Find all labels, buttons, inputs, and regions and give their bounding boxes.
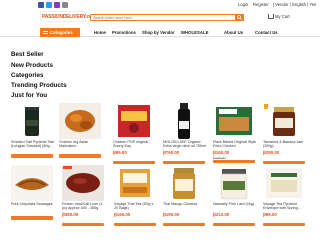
login-link[interactable]: Login [238, 2, 248, 7]
product-image[interactable] [62, 165, 104, 201]
product-price: Ꞵ290.00 [263, 150, 280, 155]
product-image[interactable] [213, 103, 255, 139]
product-image[interactable] [114, 165, 156, 201]
add-to-cart-button[interactable] [213, 160, 255, 163]
product-price: Ꞵ190.00 [163, 212, 180, 217]
product-name[interactable]: Voyage Thai Tea (6'5g x 20 Bags) [114, 202, 158, 211]
nav-shop-by-vendor[interactable]: Shop by Vendor [142, 30, 175, 35]
add-to-cart-button[interactable] [213, 223, 255, 226]
add-to-cart-button[interactable] [163, 161, 205, 164]
cart-button[interactable]: My Cart [268, 14, 290, 20]
main-nav: Categories Home Promotions Shop by Vendo… [0, 27, 320, 37]
promo-badge [63, 166, 72, 169]
product-price: Ꞵ165.00 [114, 212, 131, 217]
product-name[interactable]: Pork Chipolata Sausages [11, 202, 55, 211]
product-name[interactable]: MOLON LAVE Organic Extra virgin olive oi… [163, 140, 207, 149]
product-image[interactable] [11, 165, 53, 201]
add-to-cart-button[interactable] [113, 161, 155, 164]
product-name[interactable]: Thai Mango Chutney [163, 202, 207, 211]
product-price: Ꞵ380.00 [62, 212, 79, 217]
section-best-seller[interactable]: Best Seller [11, 51, 44, 58]
logo-text: PASSIONDELIVERY.com [42, 14, 97, 20]
search-button[interactable] [235, 14, 244, 21]
language-selector[interactable]: | English | Yes [290, 2, 316, 7]
section-categories[interactable]: Categories [11, 72, 44, 79]
product-name[interactable]: Tamarind & Banana Jam (250g) [263, 140, 307, 149]
menu-icon [43, 31, 48, 35]
product-image[interactable] [263, 103, 305, 139]
cart-label: My Cart [275, 14, 290, 19]
product-name[interactable]: Plant-Based Original Style Fried Chicken [213, 140, 257, 149]
product-price: Ꞵ99.00 [113, 150, 127, 155]
product-image[interactable] [213, 165, 255, 201]
add-to-cart-button[interactable] [114, 223, 156, 226]
product-name[interactable]: Naturally Pork Lard (1kg) [213, 202, 257, 211]
categories-menu[interactable]: Categories [40, 28, 80, 37]
nav-promotions[interactable]: Promotions [112, 30, 136, 35]
add-to-cart-button[interactable] [11, 154, 53, 158]
product-image[interactable] [163, 165, 205, 201]
cart-icon [268, 14, 274, 20]
product-image[interactable] [11, 103, 53, 139]
discount-badge: - [264, 104, 269, 109]
product-image[interactable] [163, 103, 205, 139]
add-to-cart-button[interactable] [11, 216, 53, 220]
categories-label: Categories [50, 30, 73, 35]
search-input[interactable] [93, 15, 233, 20]
add-to-cart-button[interactable] [263, 161, 305, 164]
product-name[interactable]: Smoked Salt Pyramid Salt (Lungian Smoked… [11, 140, 55, 149]
vendor-link[interactable]: | Vendor [273, 2, 289, 7]
product-price: Ꞵ99.00 [263, 212, 277, 217]
section-new-products[interactable]: New Products [11, 62, 53, 69]
product-price: Ꞵ210.00 [213, 212, 230, 217]
search-box [90, 14, 244, 21]
product-image[interactable] [113, 103, 155, 139]
product-name[interactable]: Voyage Tea Pyramid Envelope with Spring.… [263, 202, 307, 211]
nav-home[interactable]: Home [94, 30, 106, 35]
nav-about-us[interactable]: About Us [224, 30, 243, 35]
section-trending-products[interactable]: Trending Products [11, 82, 67, 89]
product-image[interactable] [59, 103, 101, 139]
register-link[interactable]: Register [253, 2, 269, 7]
add-to-cart-button[interactable] [62, 223, 104, 226]
instagram-icon[interactable] [54, 2, 60, 8]
product-name[interactable]: Chicken leg Asian Marinated... [59, 140, 103, 149]
product-price: Ꞵ790.00 [163, 150, 180, 155]
top-bar: Login Register | Vendor | English | Yes [0, 0, 320, 10]
product-image[interactable] [263, 165, 305, 201]
nav-wholesale[interactable]: WHOLESALE [181, 30, 208, 35]
logo[interactable]: PASSIONDELIVERY.com [40, 11, 96, 22]
add-to-cart-button[interactable] [263, 223, 305, 226]
add-to-cart-button[interactable] [59, 154, 101, 158]
product-name[interactable]: Chicken POP original - Sunny Day [113, 140, 157, 149]
product-name[interactable]: Frozen Veal/Calf Liver (1 pc) Approx 400… [62, 202, 106, 211]
search-icon [237, 15, 242, 20]
add-to-cart-button[interactable] [163, 223, 205, 226]
section-just-for-you[interactable]: Just for You [11, 92, 47, 99]
email-icon[interactable] [62, 2, 68, 8]
nav-contact-us[interactable]: Contact Us [255, 30, 278, 35]
twitter-icon[interactable] [46, 2, 52, 8]
facebook-icon[interactable] [38, 2, 44, 8]
